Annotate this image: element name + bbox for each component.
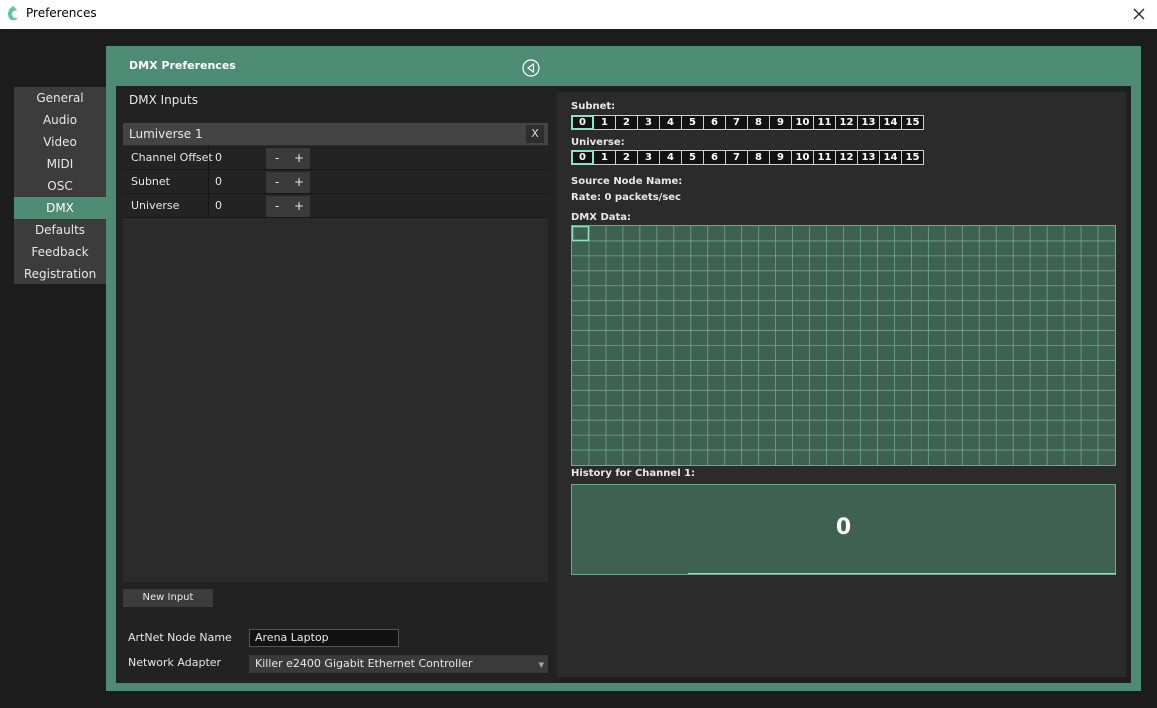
network-adapter-value: Killer e2400 Gigabit Ethernet Controller <box>255 657 473 670</box>
divider <box>208 170 209 194</box>
param-label: Universe <box>131 199 180 212</box>
increment-button[interactable]: + <box>288 148 310 169</box>
universe-cell[interactable]: 0 <box>571 150 594 165</box>
universe-cell[interactable]: 15 <box>901 150 924 165</box>
divider <box>208 194 209 218</box>
increment-button[interactable]: + <box>288 172 310 193</box>
universe-label: Universe: <box>571 137 625 148</box>
sidebar-item-midi[interactable]: MIDI <box>14 153 106 175</box>
decrement-button[interactable]: - <box>266 148 288 169</box>
selected-channel-cell[interactable] <box>572 226 590 242</box>
dmx-data-grid[interactable] <box>571 225 1116 466</box>
chevron-down-icon: ▼ <box>538 661 544 669</box>
universe-cell[interactable]: 5 <box>681 150 704 165</box>
sidebar-item-dmx[interactable]: DMX <box>14 197 106 219</box>
subnet-selector: 0 1 2 3 4 5 6 7 8 9 10 11 12 13 14 15 <box>571 115 924 130</box>
param-row-subnet: Subnet 0 - + <box>123 170 548 194</box>
panel-body: DMX Inputs Lumiverse 1 X Channel Offset … <box>116 86 1131 683</box>
channel-history-graph: 0 <box>571 484 1116 575</box>
universe-cell[interactable]: 2 <box>615 150 638 165</box>
universe-cell[interactable]: 7 <box>725 150 748 165</box>
artnet-node-name-field[interactable]: Arena Laptop <box>249 629 399 647</box>
universe-cell[interactable]: 9 <box>769 150 792 165</box>
dmx-inputs-section: DMX Inputs Lumiverse 1 X Channel Offset … <box>116 86 557 683</box>
universe-selector: 0 1 2 3 4 5 6 7 8 9 10 11 12 13 14 15 <box>571 150 924 165</box>
param-label: Channel Offset <box>131 151 213 164</box>
new-input-button[interactable]: New Input <box>123 589 213 607</box>
subnet-cell[interactable]: 10 <box>791 115 814 130</box>
remove-input-button[interactable]: X <box>526 125 544 143</box>
subnet-stepper: - + <box>266 172 310 193</box>
network-adapter-dropdown[interactable]: Killer e2400 Gigabit Ethernet Controller… <box>249 655 548 673</box>
window-title: Preferences <box>26 6 97 20</box>
subnet-cell[interactable]: 7 <box>725 115 748 130</box>
preferences-sidebar: General Audio Video MIDI OSC DMX Default… <box>14 87 106 284</box>
network-adapter-label: Network Adapter <box>128 656 222 669</box>
dmx-inputs-heading: DMX Inputs <box>129 93 198 107</box>
sidebar-item-feedback[interactable]: Feedback <box>14 241 106 263</box>
universe-cell[interactable]: 3 <box>637 150 660 165</box>
app-logo-icon <box>8 6 18 21</box>
close-icon[interactable] <box>1129 4 1149 24</box>
dmx-grid-canvas <box>572 226 1115 465</box>
subnet-label: Subnet: <box>571 101 616 112</box>
subnet-cell[interactable]: 5 <box>681 115 704 130</box>
increment-button[interactable]: + <box>288 196 310 217</box>
title-bar: Preferences <box>0 0 1157 29</box>
subnet-cell[interactable]: 12 <box>835 115 858 130</box>
panel-title: DMX Preferences <box>129 59 236 72</box>
dmx-input-list: Lumiverse 1 X Channel Offset 0 - + Subne… <box>123 123 548 582</box>
input-name: Lumiverse 1 <box>129 127 203 141</box>
subnet-cell[interactable]: 4 <box>659 115 682 130</box>
subnet-cell[interactable]: 0 <box>571 115 594 130</box>
universe-cell[interactable]: 4 <box>659 150 682 165</box>
universe-cell[interactable]: 12 <box>835 150 858 165</box>
subnet-cell[interactable]: 2 <box>615 115 638 130</box>
input-header[interactable]: Lumiverse 1 X <box>123 123 548 145</box>
subnet-cell[interactable]: 13 <box>857 115 880 130</box>
artnet-node-name-label: ArtNet Node Name <box>128 631 232 644</box>
sidebar-item-defaults[interactable]: Defaults <box>14 219 106 241</box>
subnet-cell[interactable]: 3 <box>637 115 660 130</box>
source-node-name-label: Source Node Name: <box>571 176 683 187</box>
universe-cell[interactable]: 13 <box>857 150 880 165</box>
subnet-cell[interactable]: 15 <box>901 115 924 130</box>
subnet-cell[interactable]: 9 <box>769 115 792 130</box>
sidebar-item-osc[interactable]: OSC <box>14 175 106 197</box>
sidebar-item-registration[interactable]: Registration <box>14 263 106 285</box>
universe-stepper: - + <box>266 196 310 217</box>
channel-offset-value[interactable]: 0 <box>215 151 222 164</box>
decrement-button[interactable]: - <box>266 196 288 217</box>
history-line <box>688 573 1116 574</box>
subnet-cell[interactable]: 8 <box>747 115 770 130</box>
collapse-icon[interactable] <box>522 59 540 77</box>
channel-offset-stepper: - + <box>266 148 310 169</box>
decrement-button[interactable]: - <box>266 172 288 193</box>
param-row-universe: Universe 0 - + <box>123 194 548 218</box>
universe-cell[interactable]: 1 <box>593 150 616 165</box>
sidebar-item-general[interactable]: General <box>14 87 106 109</box>
param-row-channel-offset: Channel Offset 0 - + <box>123 146 548 170</box>
dmx-monitor: Subnet: 0 1 2 3 4 5 6 7 8 9 10 11 12 13 14 15 Universe:… <box>557 92 1126 677</box>
rate-label: Rate: 0 packets/sec <box>571 192 681 203</box>
universe-cell[interactable]: 8 <box>747 150 770 165</box>
sidebar-item-audio[interactable]: Audio <box>14 109 106 131</box>
subnet-value[interactable]: 0 <box>215 175 222 188</box>
subnet-cell[interactable]: 1 <box>593 115 616 130</box>
universe-cell[interactable]: 11 <box>813 150 836 165</box>
universe-cell[interactable]: 14 <box>879 150 902 165</box>
subnet-cell[interactable]: 6 <box>703 115 726 130</box>
subnet-cell[interactable]: 14 <box>879 115 902 130</box>
subnet-cell[interactable]: 11 <box>813 115 836 130</box>
sidebar-item-video[interactable]: Video <box>14 131 106 153</box>
universe-cell[interactable]: 6 <box>703 150 726 165</box>
param-label: Subnet <box>131 175 170 188</box>
universe-value[interactable]: 0 <box>215 199 222 212</box>
divider <box>208 146 209 170</box>
dmx-data-label: DMX Data: <box>571 212 632 223</box>
history-value: 0 <box>835 515 852 540</box>
dmx-preferences-panel: DMX Preferences DMX Inputs Lumiverse 1 X… <box>106 46 1141 691</box>
universe-cell[interactable]: 10 <box>791 150 814 165</box>
history-label: History for Channel 1: <box>571 468 696 479</box>
